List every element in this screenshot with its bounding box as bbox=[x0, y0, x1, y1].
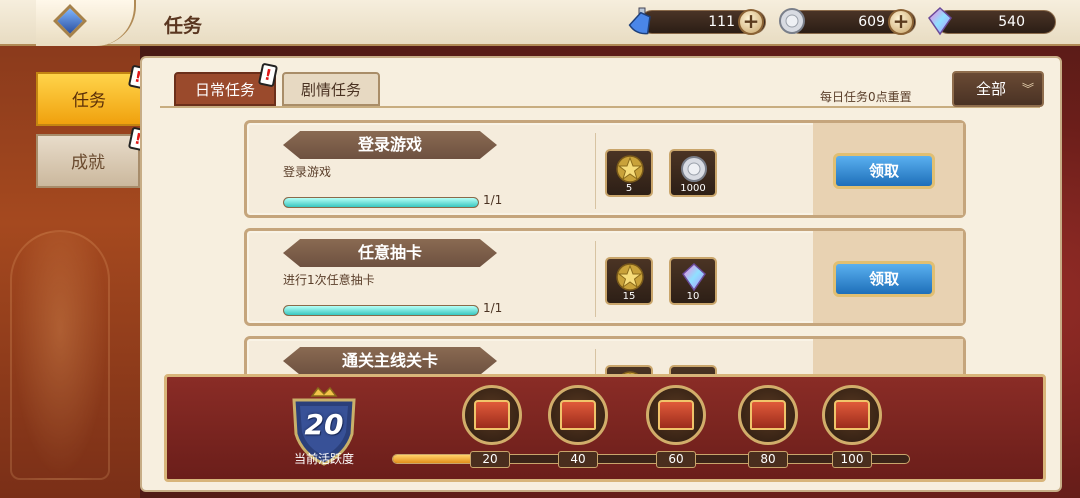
reward-count: 5 bbox=[625, 183, 633, 194]
add-silver-button[interactable]: + bbox=[888, 9, 914, 35]
claim-button[interactable]: 领取 bbox=[833, 261, 935, 297]
tab-story-label: 剧情任务 bbox=[300, 81, 361, 99]
milestone-80: 80 bbox=[748, 451, 788, 468]
wall-ornament bbox=[10, 230, 110, 480]
page-title: 任务 bbox=[164, 15, 203, 37]
reward-count: 15 bbox=[622, 291, 636, 302]
resource-crystal: 540 bbox=[936, 10, 1056, 34]
task-description: 进行1次任意抽卡 bbox=[283, 273, 375, 287]
reward-slot[interactable]: 5 bbox=[605, 149, 653, 197]
tab-daily-label: 日常任务 bbox=[194, 81, 255, 99]
task-progress-bar bbox=[283, 305, 479, 316]
task-name: 任意抽卡 bbox=[357, 243, 422, 262]
side-tab-missions-label: 任务 bbox=[72, 91, 106, 111]
gold-star-medal-icon bbox=[616, 263, 644, 291]
activity-chest-20[interactable] bbox=[462, 385, 522, 445]
treasure-chest-icon bbox=[560, 400, 596, 430]
milestone-40: 40 bbox=[558, 451, 598, 468]
task-name: 登录游戏 bbox=[357, 135, 422, 154]
task-divider bbox=[595, 241, 596, 317]
gold-star-medal-icon bbox=[616, 155, 644, 183]
activity-chest-60[interactable] bbox=[646, 385, 706, 445]
task-progress-text: 1/1 bbox=[483, 301, 503, 315]
reward-slot[interactable]: 15 bbox=[605, 257, 653, 305]
task-name: 通关主线关卡 bbox=[341, 351, 438, 370]
rainbow-crystal-icon bbox=[682, 262, 706, 292]
milestone-20: 20 bbox=[470, 451, 510, 468]
task-row: 登录游戏 登录游戏 1/1 5 1000 领取 bbox=[244, 120, 966, 218]
treasure-chest-icon bbox=[474, 400, 510, 430]
top-bar bbox=[0, 0, 1080, 46]
activity-chest-100[interactable] bbox=[822, 385, 882, 445]
claim-button[interactable]: 领取 bbox=[833, 153, 935, 189]
task-progress-bar bbox=[283, 197, 479, 208]
treasure-chest-icon bbox=[834, 400, 870, 430]
side-tab-achievements-label: 成就 bbox=[71, 153, 105, 173]
task-row: 任意抽卡 进行1次任意抽卡 1/1 15 10 领取 bbox=[244, 228, 966, 326]
filter-label: 全部 bbox=[976, 80, 1007, 98]
tab-underline bbox=[160, 106, 1040, 108]
activity-label: 当前活跃度 bbox=[293, 452, 354, 466]
resource-crystal-value: 540 bbox=[998, 14, 1025, 30]
treasure-chest-icon bbox=[658, 400, 694, 430]
crystal-icon bbox=[928, 6, 952, 36]
reward-count: 1000 bbox=[680, 183, 706, 194]
resource-stamina-value: 111 bbox=[708, 14, 735, 30]
treasure-chest-icon bbox=[750, 400, 786, 430]
activity-chest-80[interactable] bbox=[738, 385, 798, 445]
reward-count: 10 bbox=[686, 291, 700, 302]
activity-value: 20 bbox=[304, 408, 344, 441]
task-description: 登录游戏 bbox=[283, 165, 332, 179]
side-tab-achievements[interactable]: 成就 bbox=[36, 134, 140, 188]
reset-note: 每日任务0点重置 bbox=[820, 90, 912, 104]
add-stamina-button[interactable]: + bbox=[738, 9, 764, 35]
potion-icon bbox=[628, 7, 651, 35]
milestone-100: 100 bbox=[832, 451, 872, 468]
task-divider bbox=[595, 133, 596, 209]
activity-chest-40[interactable] bbox=[548, 385, 608, 445]
silver-coin-icon bbox=[681, 156, 707, 182]
chevron-down-icon: ︾ bbox=[1021, 82, 1034, 96]
milestone-60: 60 bbox=[656, 451, 696, 468]
filter-dropdown[interactable]: 全部 ︾ bbox=[952, 71, 1044, 107]
side-tab-missions[interactable]: 任务 bbox=[36, 72, 140, 126]
reward-slot[interactable]: 10 bbox=[669, 257, 717, 305]
silver-coin-icon bbox=[779, 8, 805, 34]
resource-silver-value: 609 bbox=[858, 14, 885, 30]
reward-slot[interactable]: 1000 bbox=[669, 149, 717, 197]
task-progress-fill bbox=[284, 198, 478, 207]
task-progress-fill bbox=[284, 306, 478, 315]
task-progress-text: 1/1 bbox=[483, 193, 503, 207]
tab-story[interactable]: 剧情任务 bbox=[282, 72, 380, 106]
